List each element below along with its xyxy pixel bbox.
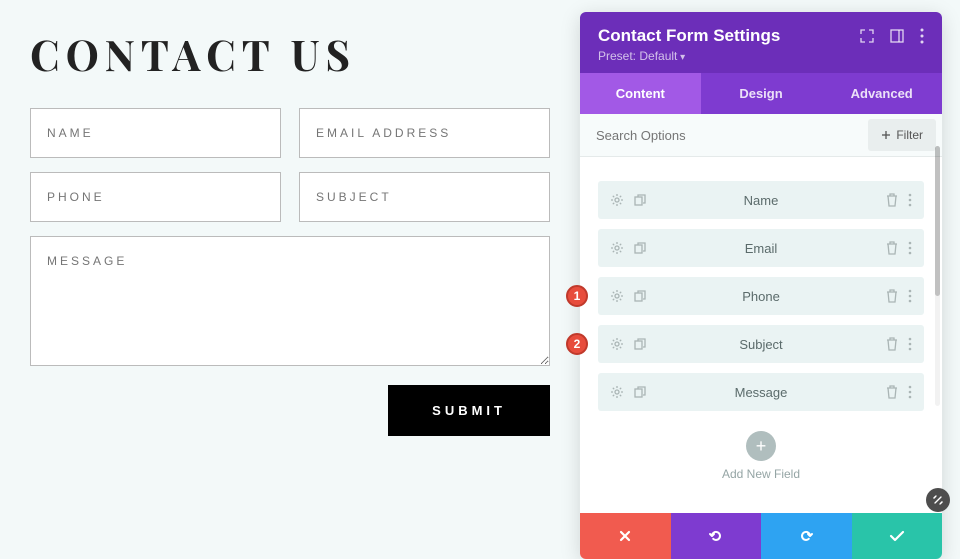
add-field-button[interactable]: +: [746, 431, 776, 461]
trash-icon[interactable]: [885, 193, 899, 207]
panel-header: Contact Form Settings Preset: Default: [580, 12, 942, 73]
redo-button[interactable]: [761, 513, 852, 559]
contact-form-preview: CONTACT US SUBMIT: [0, 0, 580, 522]
duplicate-icon[interactable]: [633, 385, 647, 399]
subject-input[interactable]: [299, 172, 550, 222]
panel-footer: [580, 513, 942, 559]
email-input[interactable]: [299, 108, 550, 158]
plus-icon: [881, 130, 891, 140]
field-label: Phone: [742, 289, 780, 304]
gear-icon[interactable]: [610, 337, 624, 351]
more-icon[interactable]: [920, 28, 924, 44]
field-item-phone[interactable]: 1 Phone: [598, 277, 924, 315]
tab-design[interactable]: Design: [701, 73, 822, 114]
field-item-message[interactable]: Message: [598, 373, 924, 411]
field-label: Subject: [739, 337, 782, 352]
more-icon[interactable]: [908, 241, 912, 255]
check-icon: [889, 529, 905, 543]
scrollbar-thumb[interactable]: [935, 146, 940, 296]
gear-icon[interactable]: [610, 241, 624, 255]
field-label: Message: [735, 385, 788, 400]
duplicate-icon[interactable]: [633, 241, 647, 255]
duplicate-icon[interactable]: [633, 289, 647, 303]
message-textarea[interactable]: [30, 236, 550, 366]
field-item-subject[interactable]: 2 Subject: [598, 325, 924, 363]
scrollbar[interactable]: [935, 146, 940, 406]
close-icon: [618, 529, 632, 543]
preset-dropdown[interactable]: Preset: Default: [598, 49, 924, 63]
duplicate-icon[interactable]: [633, 337, 647, 351]
panel-title: Contact Form Settings: [598, 26, 780, 46]
redo-icon: [798, 528, 814, 544]
callout-badge-1: 1: [566, 285, 588, 307]
trash-icon[interactable]: [885, 385, 899, 399]
filter-label: Filter: [896, 128, 923, 142]
panel-tabs: Content Design Advanced: [580, 73, 942, 114]
field-item-name[interactable]: Name: [598, 181, 924, 219]
field-label: Name: [744, 193, 779, 208]
more-icon[interactable]: [908, 337, 912, 351]
cancel-button[interactable]: [580, 513, 671, 559]
duplicate-icon[interactable]: [633, 193, 647, 207]
page-title: CONTACT US: [30, 26, 550, 82]
add-field-section: + Add New Field: [598, 421, 924, 499]
gear-icon[interactable]: [610, 385, 624, 399]
search-row: Filter: [580, 114, 942, 157]
phone-input[interactable]: [30, 172, 281, 222]
field-label: Email: [745, 241, 778, 256]
settings-panel: Contact Form Settings Preset: Default: [580, 0, 960, 522]
trash-icon[interactable]: [885, 241, 899, 255]
trash-icon[interactable]: [885, 289, 899, 303]
undo-icon: [708, 528, 724, 544]
field-item-email[interactable]: Email: [598, 229, 924, 267]
panel-body: Filter Name: [580, 114, 942, 513]
search-input[interactable]: [580, 116, 868, 155]
fields-list: Name Email: [580, 157, 942, 513]
confirm-button[interactable]: [852, 513, 943, 559]
snap-icon[interactable]: [890, 29, 904, 43]
filter-button[interactable]: Filter: [868, 119, 936, 151]
corner-resize-icon[interactable]: [926, 488, 950, 512]
undo-button[interactable]: [671, 513, 762, 559]
tab-advanced[interactable]: Advanced: [821, 73, 942, 114]
callout-badge-2: 2: [566, 333, 588, 355]
more-icon[interactable]: [908, 385, 912, 399]
trash-icon[interactable]: [885, 337, 899, 351]
gear-icon[interactable]: [610, 193, 624, 207]
more-icon[interactable]: [908, 193, 912, 207]
name-input[interactable]: [30, 108, 281, 158]
expand-icon[interactable]: [860, 29, 874, 43]
submit-button[interactable]: SUBMIT: [388, 385, 550, 436]
more-icon[interactable]: [908, 289, 912, 303]
add-field-label: Add New Field: [598, 467, 924, 481]
tab-content[interactable]: Content: [580, 73, 701, 114]
gear-icon[interactable]: [610, 289, 624, 303]
